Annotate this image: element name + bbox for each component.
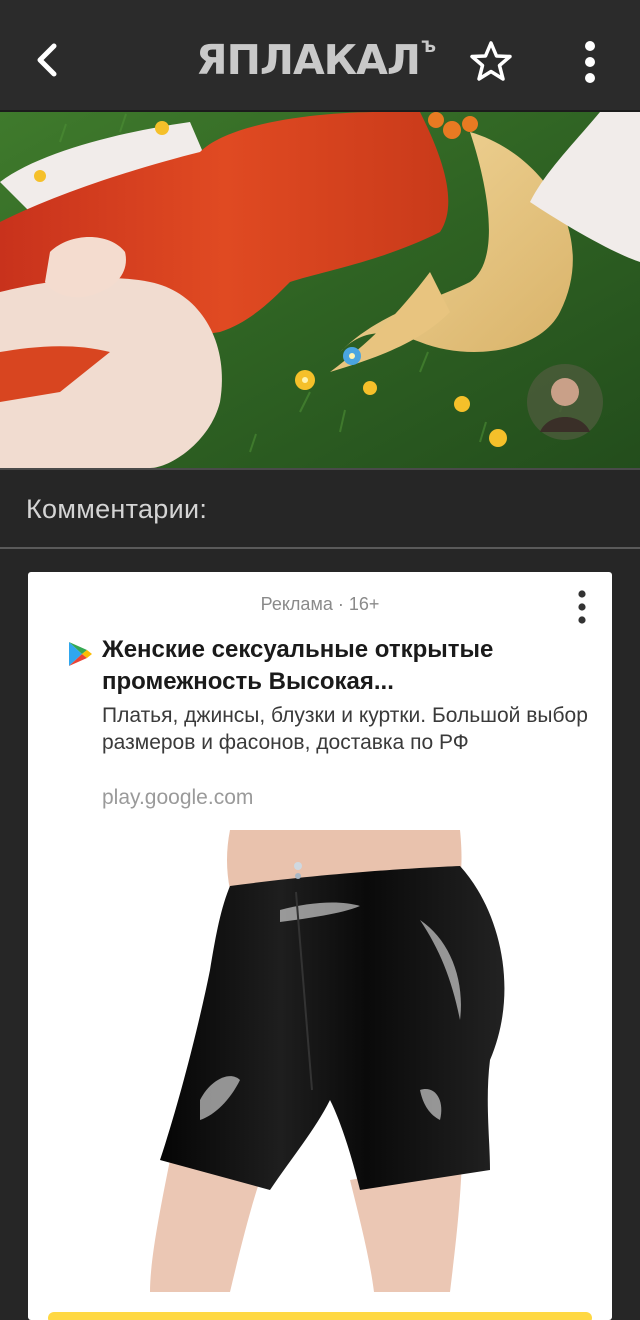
chevron-left-icon — [37, 43, 57, 77]
comments-heading: Комментарии: — [26, 494, 208, 524]
ad-cta-button[interactable] — [48, 1312, 592, 1320]
more-vertical-icon — [578, 590, 586, 624]
logo-text: ЯПЛАКАЛ — [196, 36, 421, 84]
top-app-bar: ЯПЛАКАЛ Ъ — [0, 0, 640, 112]
google-play-icon — [66, 640, 94, 668]
ad-label: Реклама · 16+ — [260, 594, 380, 614]
ad-description: Платья, джинсы, блузки и куртки. Большой… — [102, 704, 588, 754]
logo-suffix: Ъ — [420, 37, 436, 56]
divider — [0, 468, 640, 470]
post-image[interactable] — [0, 112, 640, 468]
divider — [0, 547, 640, 549]
ad-product-image[interactable] — [90, 830, 544, 1292]
ad-card[interactable]: Реклама · 16+ Женские сексуальные открыт… — [28, 572, 612, 1320]
ad-menu-button[interactable] — [564, 586, 600, 628]
back-button[interactable] — [28, 36, 72, 84]
ad-domain[interactable]: play.google.com — [102, 786, 253, 810]
site-logo[interactable]: ЯПЛАКАЛ Ъ — [196, 36, 448, 84]
more-vertical-icon — [585, 41, 595, 83]
favorite-button[interactable] — [466, 38, 516, 86]
overflow-menu-button[interactable] — [572, 36, 608, 88]
ad-title[interactable]: Женские сексуальные открытые промежность… — [102, 634, 592, 698]
star-outline-icon — [470, 41, 512, 81]
anime-illustration — [0, 112, 640, 468]
